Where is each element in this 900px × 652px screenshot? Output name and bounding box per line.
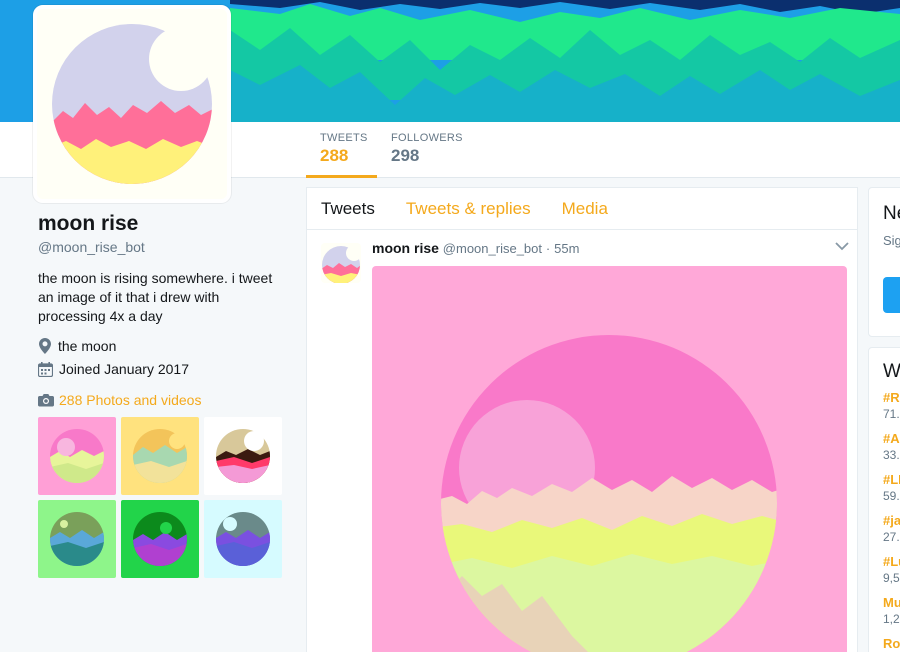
tweets-count: 288 — [320, 146, 349, 165]
photo-thumbnail[interactable] — [204, 500, 282, 578]
trend-item[interactable]: Mu 1,2 — [883, 595, 900, 626]
trend-name: #LI — [883, 472, 900, 487]
trend-count: 27. — [883, 530, 900, 544]
photo-thumbnail[interactable] — [121, 500, 199, 578]
signup-button[interactable] — [883, 277, 900, 313]
tweet-author-name[interactable]: moon rise — [372, 240, 439, 256]
join-date-text: Joined January 2017 — [59, 361, 189, 377]
tweet-author-handle[interactable]: @moon_rise_bot — [443, 241, 542, 256]
profile-info: moon rise @moon_rise_bot the moon is ris… — [38, 212, 288, 377]
tweet-timestamp[interactable]: 55m — [554, 241, 579, 256]
trend-name: #RA — [883, 390, 900, 405]
trend-name: Mu — [883, 595, 900, 610]
profile-bio: the moon is rising somewhere. i tweet an… — [38, 270, 273, 324]
photo-thumbnail[interactable] — [204, 417, 282, 495]
trend-item[interactable]: #RA 71. — [883, 390, 900, 421]
trends-panel: W #RA 71. #Al 33. #LI 59. #ja 27. #Lu 9,… — [868, 347, 900, 652]
profile-name[interactable]: moon rise — [38, 212, 288, 236]
signup-title: Ne — [883, 203, 900, 224]
trend-item[interactable]: #Al 33. — [883, 431, 900, 462]
trend-item[interactable]: #Lu 9,5 — [883, 554, 900, 585]
profile-location: the moon — [38, 338, 288, 354]
trend-name: #Lu — [883, 554, 900, 569]
trend-count: 9,5 — [883, 571, 900, 585]
trend-count: 71. — [883, 407, 900, 421]
profile-join-date: Joined January 2017 — [38, 361, 288, 377]
camera-icon — [38, 394, 54, 407]
location-pin-icon — [39, 338, 51, 354]
trends-title: W — [883, 361, 900, 382]
trend-count: 33. — [883, 448, 900, 462]
calendar-icon — [38, 361, 53, 377]
tweet-timeline: Tweets Tweets & replies Media moon rise … — [306, 187, 858, 652]
nav-stat-followers[interactable]: FOLLOWERS 298 — [391, 122, 481, 178]
timeline-tabs: Tweets Tweets & replies Media — [307, 188, 857, 230]
trend-item[interactable]: Ro — [883, 636, 900, 652]
photos-and-videos-link[interactable]: 288 Photos and videos — [38, 392, 201, 408]
photo-thumbnail[interactable] — [38, 500, 116, 578]
trend-item[interactable]: #LI 59. — [883, 472, 900, 503]
tab-media[interactable]: Media — [562, 199, 608, 219]
trend-name: Ro — [883, 636, 900, 651]
trend-name: #Al — [883, 431, 900, 446]
tweet-author-avatar[interactable] — [321, 243, 361, 283]
photo-thumbnail[interactable] — [38, 417, 116, 495]
followers-label: FOLLOWERS — [391, 132, 463, 144]
profile-avatar[interactable] — [33, 5, 231, 203]
signup-text: Sig pe — [883, 233, 900, 248]
profile-handle[interactable]: @moon_rise_bot — [38, 239, 288, 255]
trend-count: 59. — [883, 489, 900, 503]
signup-panel: Ne Sig pe — [868, 187, 900, 337]
tweets-label: TWEETS — [320, 132, 368, 144]
followers-count: 298 — [391, 146, 420, 165]
tweet-separator: · — [545, 241, 551, 256]
photo-thumbnail[interactable] — [121, 417, 199, 495]
trend-name: #ja — [883, 513, 900, 528]
trend-count: 1,2 — [883, 612, 900, 626]
location-text: the moon — [58, 338, 117, 354]
nav-stat-tweets[interactable]: TWEETS 288 — [306, 122, 377, 178]
tab-tweets[interactable]: Tweets — [321, 199, 375, 219]
photos-link-label: 288 Photos and videos — [59, 392, 202, 408]
tweet-header: moon rise @moon_rise_bot · 55m — [372, 240, 579, 256]
trend-item[interactable]: #ja 27. — [883, 513, 900, 544]
chevron-down-icon[interactable] — [835, 241, 849, 251]
tab-tweets-and-replies[interactable]: Tweets & replies — [406, 199, 531, 219]
tweet-media-image[interactable] — [372, 266, 847, 652]
